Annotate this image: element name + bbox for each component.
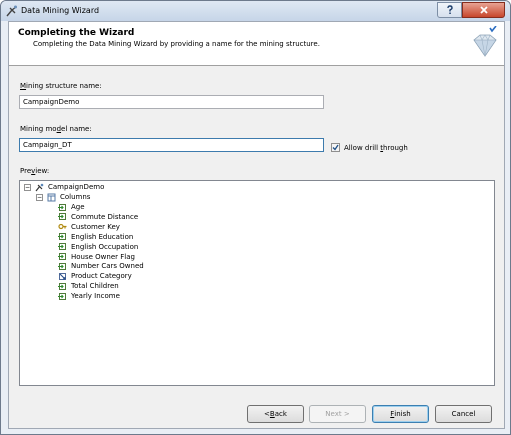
tree-column-item[interactable]: Customer Key xyxy=(58,222,120,232)
tree-column-label: English Occupation xyxy=(71,242,139,251)
tree-column-label: House Owner Flag xyxy=(71,252,135,261)
page-subtitle: Completing the Data Mining Wizard by pro… xyxy=(33,40,320,48)
tree-column-item[interactable]: English Education xyxy=(58,232,133,242)
tree-column-item[interactable]: Age xyxy=(58,202,85,212)
tree-columns-label: Columns xyxy=(60,193,91,201)
columns-folder-icon xyxy=(47,193,56,201)
structure-name-input[interactable]: CampaignDemo xyxy=(19,95,324,109)
collapse-icon[interactable]: − xyxy=(24,183,31,191)
input-column-icon xyxy=(58,233,66,241)
window-controls xyxy=(437,2,505,18)
allow-drillthrough-checkbox[interactable] xyxy=(331,143,340,152)
predict-column-icon xyxy=(59,272,66,280)
tree-column-item[interactable]: English Occupation xyxy=(58,242,138,252)
window-title: Data Mining Wizard xyxy=(21,6,100,15)
tree-column-item[interactable]: House Owner Flag xyxy=(58,252,135,262)
next-button[interactable]: Next > xyxy=(309,405,366,423)
wizard-client-area: Completing the Wizard Completing the Dat… xyxy=(8,21,505,429)
tree-column-item[interactable]: Product Category xyxy=(58,271,132,281)
tree-column-label: Yearly Income xyxy=(71,292,120,301)
input-column-icon xyxy=(58,262,66,270)
input-column-icon xyxy=(58,292,66,300)
tree-columns-node[interactable]: − Columns xyxy=(36,192,90,202)
help-icon xyxy=(446,5,453,14)
title-bar[interactable]: Data Mining Wizard xyxy=(1,1,510,21)
key-column-icon xyxy=(58,224,67,230)
wizard-header: Completing the Wizard Completing the Dat… xyxy=(9,22,504,66)
tree-column-label: Total Children xyxy=(71,282,119,291)
wizard-window: Data Mining Wizard Completing the Wizard… xyxy=(0,0,511,435)
page-title: Completing the Wizard xyxy=(18,28,135,38)
back-button[interactable]: < Back xyxy=(247,405,304,423)
model-name-label: Mining model name: xyxy=(20,125,92,133)
close-icon xyxy=(479,6,488,14)
diamond-icon xyxy=(473,26,497,57)
allow-drillthrough[interactable]: Allow drill through xyxy=(331,143,408,152)
collapse-icon[interactable]: − xyxy=(36,193,43,201)
input-column-icon xyxy=(58,282,66,290)
tree-column-item[interactable]: Commute Distance xyxy=(58,212,138,222)
cancel-button[interactable]: Cancel xyxy=(435,405,492,423)
preview-tree[interactable]: − CampaignDemo − Columns Age Commute Dist… xyxy=(19,180,495,386)
tree-column-label: Commute Distance xyxy=(71,212,139,221)
model-name-input[interactable]: Campaign_DT xyxy=(19,138,324,152)
input-column-icon xyxy=(58,203,66,211)
tree-root-label: CampaignDemo xyxy=(48,183,105,191)
mining-wizard-icon xyxy=(6,5,17,17)
checkmark-icon xyxy=(332,144,339,151)
mining-structure-icon xyxy=(35,183,44,191)
preview-label: Preview: xyxy=(20,167,50,175)
help-button[interactable] xyxy=(437,2,462,18)
tree-column-label: English Education xyxy=(71,232,134,241)
input-column-icon xyxy=(58,213,66,221)
tree-column-label: Age xyxy=(71,203,85,211)
structure-name-label: Mining structure name: xyxy=(20,82,102,90)
input-column-icon xyxy=(58,253,66,260)
close-button[interactable] xyxy=(462,2,505,18)
tree-column-item[interactable]: Number Cars Owned xyxy=(58,261,144,271)
tree-column-label: Number Cars Owned xyxy=(71,262,144,271)
input-column-icon xyxy=(58,243,66,251)
tree-column-label: Customer Key xyxy=(71,222,120,231)
finish-button[interactable]: Finish xyxy=(372,405,429,423)
allow-drillthrough-label: Allow drill through xyxy=(344,143,408,152)
tree-column-item[interactable]: Yearly Income xyxy=(58,291,120,301)
tree-column-label: Product Category xyxy=(71,272,132,281)
tree-root-node[interactable]: − CampaignDemo xyxy=(24,182,104,192)
tree-column-item[interactable]: Total Children xyxy=(58,281,119,291)
